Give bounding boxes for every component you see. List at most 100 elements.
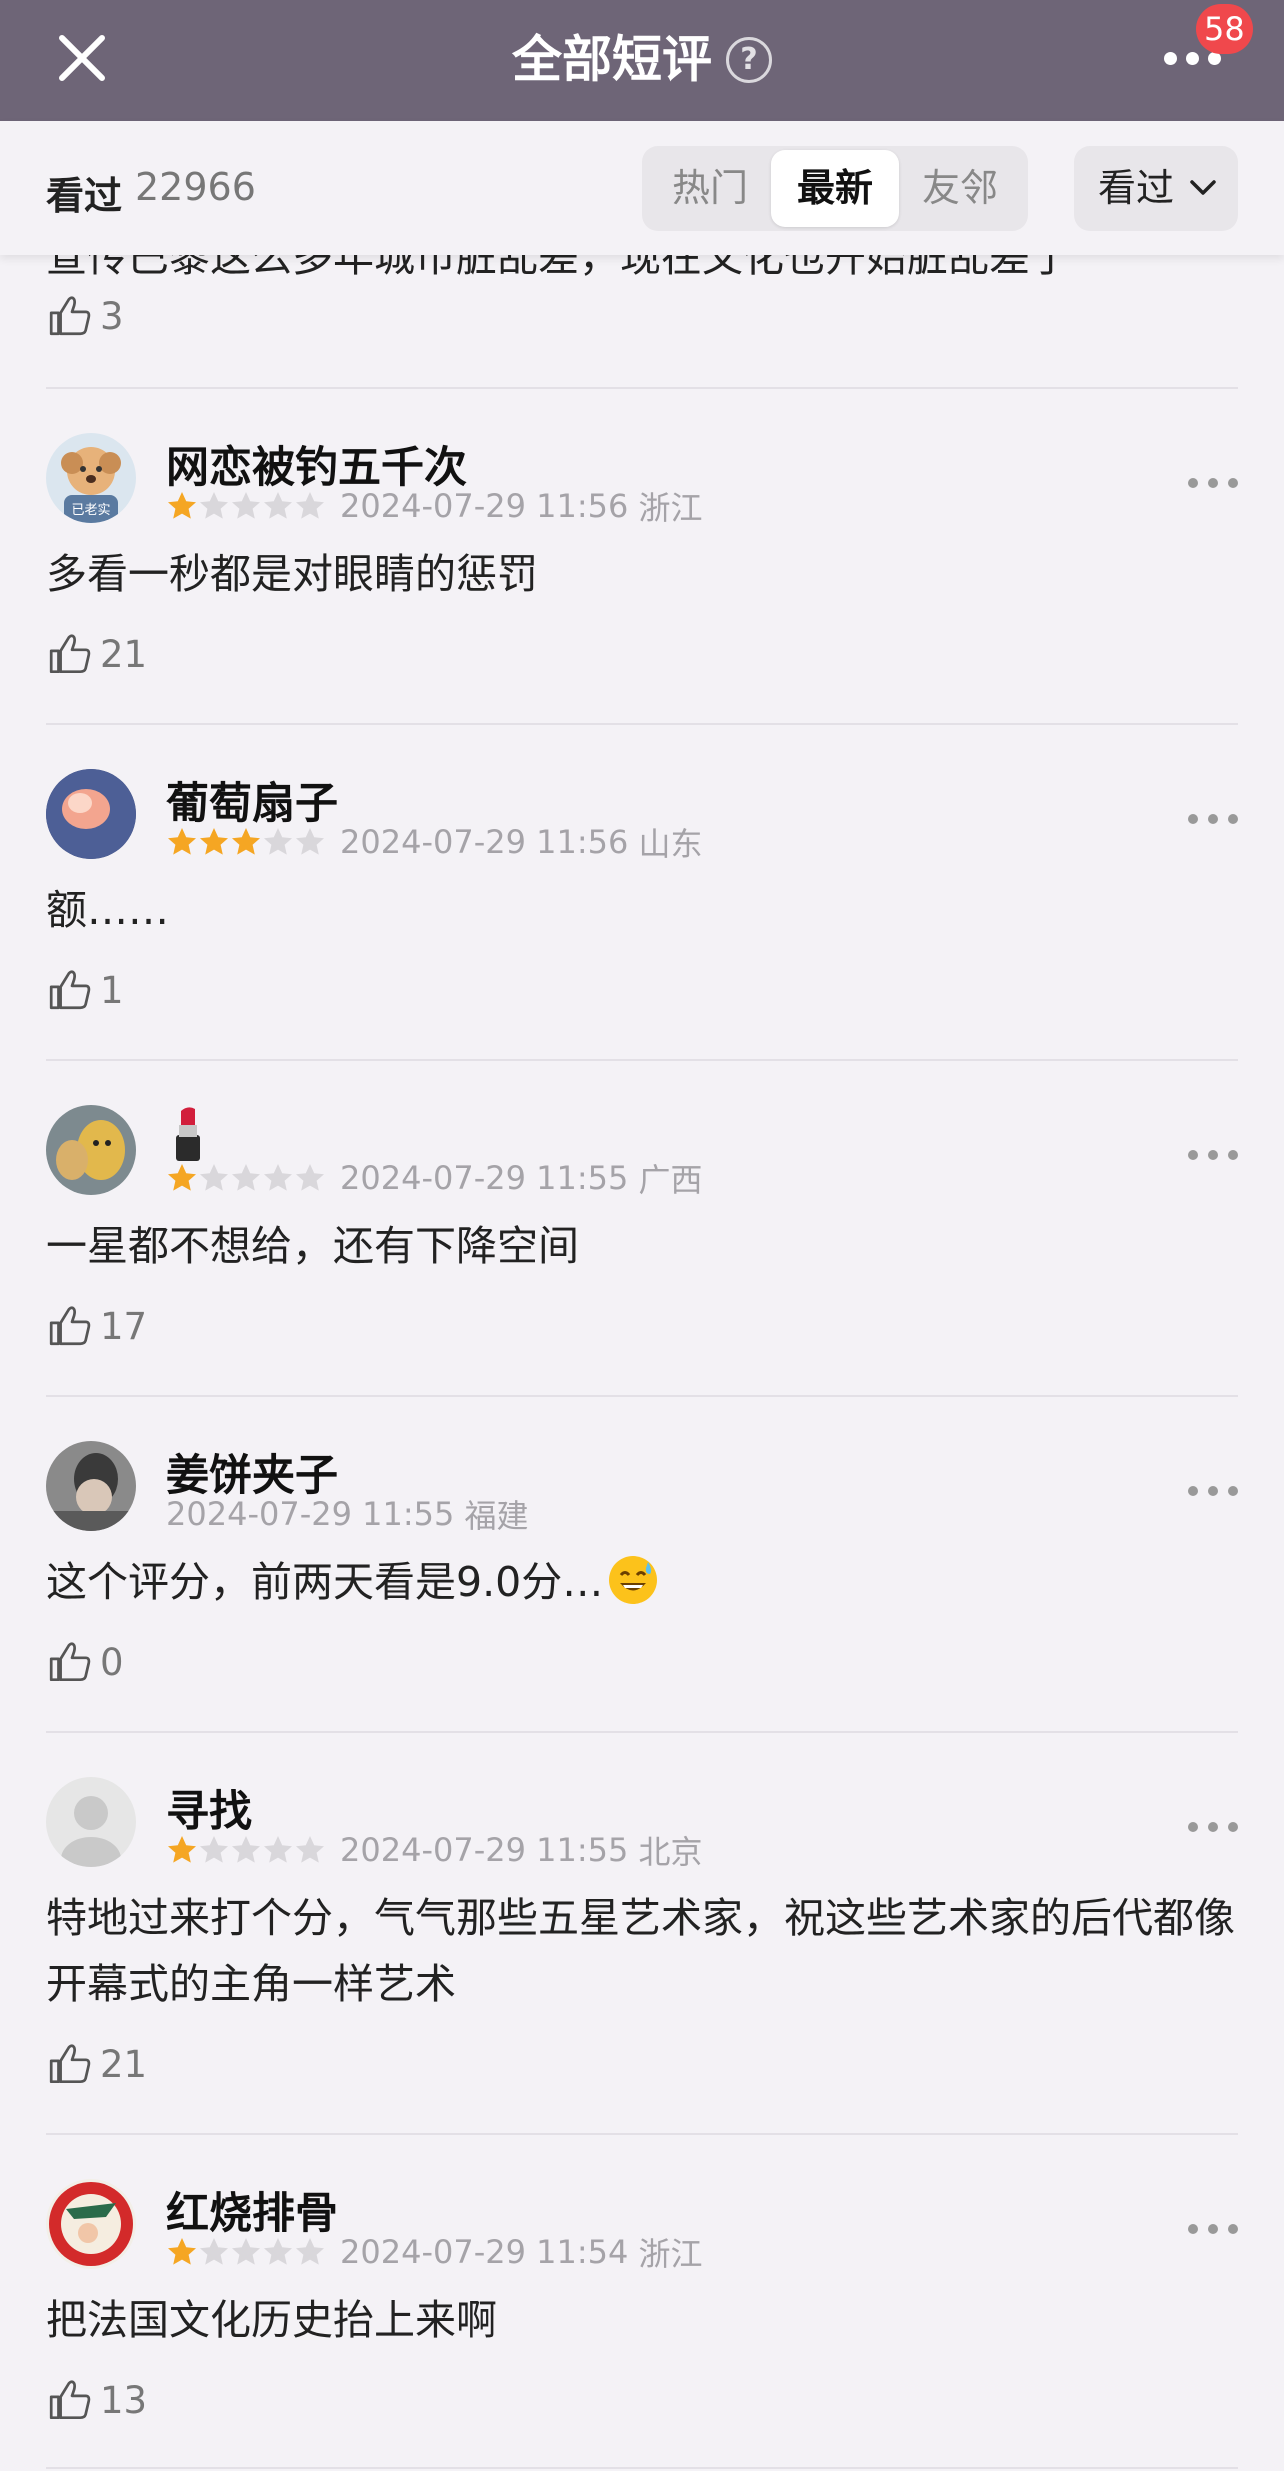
avatar[interactable] [46, 769, 136, 859]
star-icon [200, 492, 228, 519]
rating-stars [166, 490, 326, 522]
review-more-button[interactable] [1188, 1484, 1238, 1500]
star-icon [264, 828, 292, 855]
review-comment: 一星都不想给，还有下降空间 [46, 1222, 579, 1270]
username[interactable]: 寻找 [166, 1777, 252, 1839]
star-icon [168, 828, 196, 855]
like-count: 21 [100, 2042, 148, 2086]
star-icon [232, 1836, 260, 1863]
like-button[interactable]: 3 [46, 291, 124, 341]
avatar-text: 已老实 [71, 503, 110, 518]
review-time: 2024-07-29 11:54 [340, 2233, 629, 2271]
dropdown-label: 看过 [1098, 166, 1175, 210]
star-icon [232, 828, 260, 855]
star-icon [296, 1164, 324, 1191]
star-icon [296, 828, 324, 855]
divider [46, 2133, 1238, 2135]
filter-bar: 看过 22966 热门 最新 友邻 看过 [0, 121, 1284, 255]
rating-stars [166, 826, 326, 858]
divider [46, 387, 1238, 389]
like-button[interactable]: 0 [46, 1637, 124, 1687]
tab-latest[interactable]: 最新 [771, 150, 899, 227]
rating-stars [166, 1162, 326, 1194]
star-icon [168, 1836, 196, 1863]
review-more-button[interactable] [1188, 2222, 1238, 2238]
review-location: 福建 [464, 1497, 529, 1535]
divider [46, 1395, 1238, 1397]
thumbs-up-icon [49, 634, 91, 674]
sweat-smile-emoji [609, 1556, 658, 1604]
star-icon [264, 492, 292, 519]
username[interactable]: 红烧排骨 [166, 2179, 338, 2241]
review-meta: 2024-07-29 11:56 浙江 [166, 487, 703, 527]
review-meta: 2024-07-29 11:55 北京 [166, 1831, 703, 1871]
review-location: 广西 [638, 1161, 703, 1199]
watched-filter-dropdown[interactable]: 看过 [1074, 146, 1238, 231]
review-comment-text: 这个评分，前两天看是9.0分… [46, 1558, 604, 1606]
divider [46, 1059, 1238, 1061]
page-title: 全部短评? [0, 20, 1284, 96]
like-count: 13 [100, 2378, 148, 2422]
review-location: 山东 [638, 825, 703, 863]
review-more-button[interactable] [1188, 1148, 1238, 1164]
thumbs-up-icon [49, 1306, 91, 1346]
title-bar: 全部短评? 58 [0, 0, 1284, 121]
like-count: 0 [100, 1640, 124, 1684]
star-icon [264, 1164, 292, 1191]
review-time: 2024-07-29 11:55 [340, 1831, 629, 1869]
review-comment: 把法国文化历史抬上来啊 [46, 2296, 497, 2344]
star-icon [296, 492, 324, 519]
thumbs-up-icon [49, 2380, 91, 2420]
review-meta: 2024-07-29 11:55 福建 [166, 1495, 529, 1535]
like-button[interactable]: 17 [46, 1301, 147, 1351]
like-button[interactable]: 13 [46, 2375, 147, 2425]
like-count: 3 [100, 294, 124, 338]
star-icon [200, 1836, 228, 1863]
like-button[interactable]: 1 [46, 965, 124, 1015]
username[interactable]: 网恋被钓五千次 [166, 433, 467, 495]
avatar[interactable] [46, 1105, 136, 1195]
avatar[interactable] [46, 1441, 136, 1531]
avatar[interactable] [46, 1777, 136, 1867]
divider [46, 2467, 1238, 2469]
like-count: 1 [100, 968, 124, 1012]
avatar[interactable] [46, 2179, 136, 2269]
avatar[interactable]: 已老实 [46, 433, 136, 523]
username[interactable]: 葡萄扇子 [166, 769, 338, 831]
star-icon [168, 1164, 196, 1191]
notification-badge: 58 [1196, 4, 1253, 54]
review-location: 浙江 [638, 2235, 703, 2273]
star-icon [232, 492, 260, 519]
like-button[interactable]: 21 [46, 629, 147, 679]
review-comment: 额…… [46, 886, 169, 934]
sort-tabs: 热门 最新 友邻 [642, 146, 1028, 231]
divider [46, 723, 1238, 725]
review-location: 北京 [638, 1833, 703, 1871]
thumbs-up-icon [49, 296, 91, 336]
chevron-down-icon [1190, 180, 1216, 195]
star-icon [264, 2238, 292, 2265]
review-more-button[interactable] [1188, 812, 1238, 828]
star-icon [200, 1164, 228, 1191]
tab-friends[interactable]: 友邻 [896, 150, 1024, 227]
review-meta: 2024-07-29 11:54 浙江 [166, 2233, 703, 2273]
star-icon [296, 1836, 324, 1863]
review-comment: 多看一秒都是对眼睛的惩罚 [46, 550, 538, 598]
review-location: 浙江 [638, 489, 703, 527]
like-button[interactable]: 21 [46, 2039, 147, 2089]
review-more-button[interactable] [1188, 1820, 1238, 1836]
like-count: 21 [100, 632, 148, 676]
review-more-button[interactable] [1188, 476, 1238, 492]
review-meta: 2024-07-29 11:56 山东 [166, 823, 703, 863]
thumbs-up-icon [49, 1642, 91, 1682]
review-time: 2024-07-29 11:56 [340, 823, 629, 861]
star-icon [168, 492, 196, 519]
star-icon [168, 2238, 196, 2265]
username[interactable]: 姜饼夹子 [166, 1441, 338, 1503]
star-icon [232, 1164, 260, 1191]
tab-hot[interactable]: 热门 [646, 150, 774, 227]
star-icon [200, 2238, 228, 2265]
rating-stars [166, 1834, 326, 1866]
question-circle-icon[interactable]: ? [726, 36, 772, 83]
like-count: 17 [100, 1304, 148, 1348]
